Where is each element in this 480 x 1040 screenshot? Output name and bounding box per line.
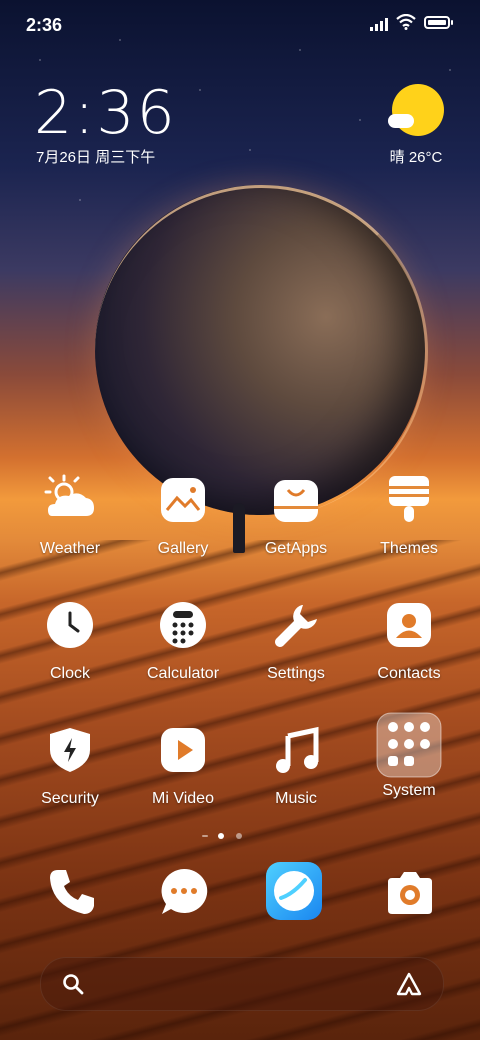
search-icon[interactable] xyxy=(62,973,84,995)
app-label: GetApps xyxy=(264,540,328,557)
weather-icon xyxy=(42,472,98,528)
shield-bolt-icon xyxy=(42,722,98,778)
app-label: Settings xyxy=(267,665,325,682)
app-security[interactable]: Security xyxy=(20,722,120,808)
app-label: Calculator xyxy=(146,665,220,682)
wallpaper-figure xyxy=(233,503,245,553)
contacts-icon xyxy=(381,597,437,653)
status-time: 2:36 xyxy=(26,15,63,35)
app-label: System xyxy=(382,782,436,799)
app-weather[interactable]: Weather xyxy=(20,472,120,558)
dock-messages-icon[interactable] xyxy=(156,864,212,920)
app-system-folder[interactable]: System xyxy=(359,712,459,800)
app-label: Music xyxy=(275,790,317,807)
search-bar[interactable] xyxy=(40,957,444,1011)
dock-phone-icon[interactable] xyxy=(44,864,100,920)
cloud-icon xyxy=(388,114,414,128)
page-indicator-list xyxy=(202,835,208,837)
weather-widget[interactable]: 晴 26°C xyxy=(386,84,450,174)
battery-tip xyxy=(451,20,453,25)
app-settings[interactable]: Settings xyxy=(246,597,346,683)
battery-icon xyxy=(424,16,450,29)
wifi-icon xyxy=(396,14,416,30)
wallpaper-planet-rim xyxy=(95,185,428,518)
wrench-icon xyxy=(268,597,324,653)
music-note-icon xyxy=(268,722,324,778)
cellular-signal-icon xyxy=(370,17,390,31)
app-label: Contacts xyxy=(377,665,441,682)
app-themes[interactable]: Themes xyxy=(359,472,459,558)
gallery-icon xyxy=(155,472,211,528)
dock-browser-icon[interactable] xyxy=(266,862,322,920)
app-mi-video[interactable]: Mi Video xyxy=(133,722,233,808)
themes-brush-icon xyxy=(381,472,437,528)
getapps-bag-icon xyxy=(268,472,324,528)
clock-icon xyxy=(42,597,98,653)
clock-widget-time[interactable]: 2:36 xyxy=(34,78,177,148)
app-label: Mi Video xyxy=(152,790,214,807)
clock-widget-date[interactable]: 7月26日 周三下午 xyxy=(36,146,155,167)
home-screen: 2:36 2:36 7月26日 周三下午 晴 26°C Weather Gall… xyxy=(0,0,480,1040)
app-contacts[interactable]: Contacts xyxy=(359,597,459,683)
app-calculator[interactable]: Calculator xyxy=(133,597,233,683)
app-clock[interactable]: Clock xyxy=(20,597,120,683)
status-bar: 2:36 xyxy=(0,0,480,50)
dock-camera-icon[interactable] xyxy=(382,864,438,920)
app-getapps[interactable]: GetApps xyxy=(246,472,346,558)
page-indicator[interactable] xyxy=(200,831,250,841)
page-dot-active xyxy=(218,833,224,839)
app-music[interactable]: Music xyxy=(246,722,346,808)
system-folder-icon xyxy=(376,712,442,778)
app-label: Themes xyxy=(380,540,438,557)
page-dot xyxy=(236,833,242,839)
weather-widget-text: 晴 26°C xyxy=(389,149,443,166)
calculator-icon xyxy=(155,597,211,653)
app-gallery[interactable]: Gallery xyxy=(133,472,233,558)
assistant-icon[interactable] xyxy=(396,972,422,996)
sun-icon xyxy=(392,84,444,136)
app-label: Security xyxy=(41,790,99,807)
app-label: Gallery xyxy=(157,540,209,557)
app-label: Weather xyxy=(39,540,101,557)
app-label: Clock xyxy=(49,665,90,682)
play-icon xyxy=(155,722,211,778)
